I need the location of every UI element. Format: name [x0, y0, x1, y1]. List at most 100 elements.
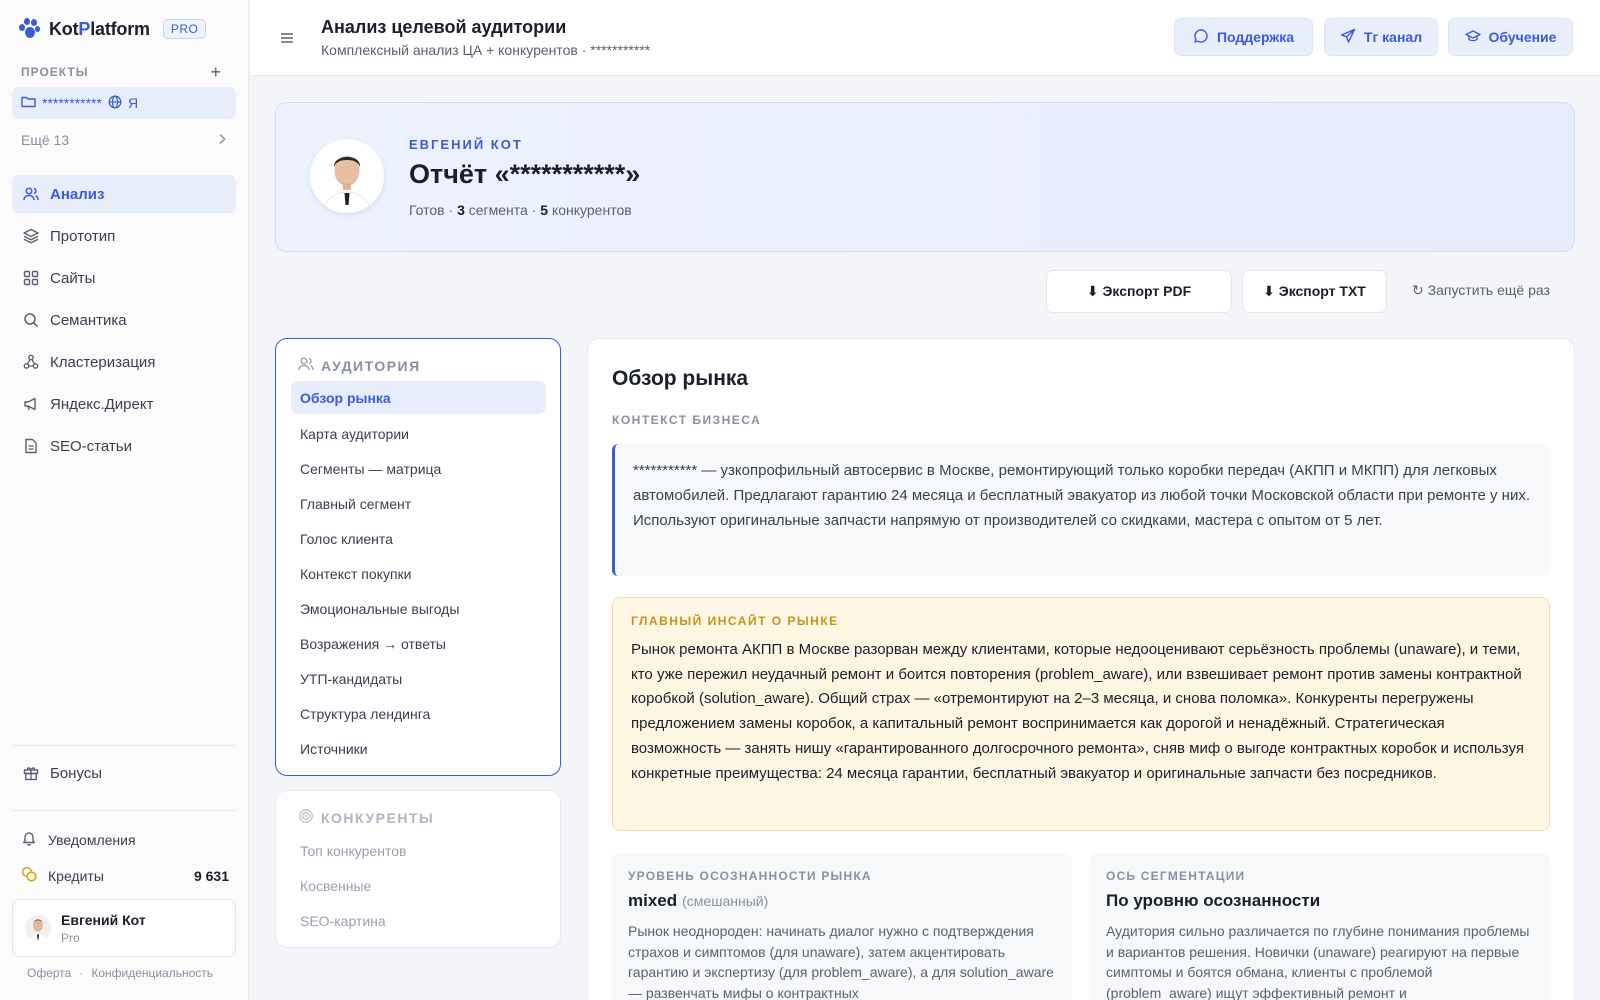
nav-label: Кластеризация [50, 353, 156, 371]
telegram-channel-button[interactable]: Тг канал [1324, 18, 1438, 56]
toc-item-emotional-benefits[interactable]: Эмоциональные выгоды [291, 591, 546, 626]
segmentation-card: ОСЬ СЕГМЕНТАЦИИ По уровню осознанности А… [1090, 853, 1550, 1000]
insight-text: Рынок ремонта АКПП в Москве разорван меж… [631, 641, 1524, 782]
toc-item-customer-voice[interactable]: Голос клиента [291, 521, 546, 556]
toc-item-segments-matrix[interactable]: Сегменты — матрица [291, 451, 546, 486]
toc-item-audience-map[interactable]: Карта аудитории [291, 416, 546, 451]
telegram-label: Тг канал [1363, 29, 1423, 45]
notifications-label: Уведомления [48, 831, 136, 848]
toc-item-usp-candidates[interactable]: УТП-кандидаты [291, 661, 546, 696]
nav-item-sites[interactable]: Сайты [12, 259, 236, 297]
nav-label: Яндекс.Директ [50, 395, 154, 413]
gift-icon [23, 765, 39, 781]
section-title: Обзор рынка [612, 367, 749, 390]
awareness-value: mixed (смешанный) [628, 891, 769, 910]
nav-item-prototype[interactable]: Прототип [12, 217, 236, 255]
export-txt-button[interactable]: ⬇ Экспорт TXT [1242, 270, 1387, 313]
project-owner-mark: Я [127, 95, 139, 111]
competitors-count: 5 [540, 202, 549, 218]
legal-links: Оферта · Конфиденциальность [27, 966, 213, 980]
report-title: Отчёт «***********» [409, 159, 641, 189]
coins-icon [21, 866, 37, 885]
menu-icon[interactable] [280, 31, 294, 47]
credits-value: 9 631 [193, 867, 229, 884]
document-icon [23, 438, 39, 454]
market-insight-callout: ГЛАВНЫЙ ИНСАЙТ О РЫНКЕ Рынок ремонта АКП… [612, 597, 1550, 831]
competitors-section-nav: КОНКУРЕНТЫ Топ конкурентов Косвенные SEO… [275, 790, 561, 948]
offer-link[interactable]: Оферта [27, 966, 71, 980]
nav-label: Семантика [50, 311, 127, 329]
toc-item-top-competitors[interactable]: Топ конкурентов [291, 833, 546, 868]
competitors-heading-label: КОНКУРЕНТЫ [321, 809, 435, 826]
competitors-word: конкурентов [551, 202, 632, 218]
user-card[interactable]: Евгений Кот Pro [12, 899, 236, 957]
toc-item-objections[interactable]: Возражения → ответы [291, 626, 546, 661]
export-pdf-button[interactable]: ⬇ Экспорт PDF [1046, 270, 1232, 313]
nav-item-bonuses[interactable]: Бонусы [12, 754, 236, 792]
rerun-button[interactable]: ↻ Запустить ещё раз [1412, 282, 1550, 299]
toc-item-sources[interactable]: Источники [291, 731, 546, 766]
nav-item-clustering[interactable]: Кластеризация [12, 343, 236, 381]
user-name: Евгений Кот [61, 911, 146, 928]
page-title: Анализ целевой аудитории [321, 17, 567, 37]
sidebar: KotPlatform PRO ПРОЕКТЫ + *********** Я … [0, 0, 249, 1000]
report-content: Обзор рынка КОНТЕКСТ БИЗНЕСА ***********… [587, 338, 1575, 1000]
nav-item-yandex-direct[interactable]: Яндекс.Директ [12, 385, 236, 423]
report-header-card: ЕВГЕНИЙ КОТ Отчёт «***********» Готов · … [275, 102, 1575, 252]
segmentation-text: Аудитория сильно различается по глубине … [1106, 923, 1530, 1000]
learning-button[interactable]: Обучение [1448, 18, 1573, 56]
nav-item-seo-articles[interactable]: SEO-статьи [12, 427, 236, 465]
active-project[interactable]: *********** Я [12, 87, 236, 119]
megaphone-icon [23, 396, 39, 412]
awareness-note: (смешанный) [682, 893, 769, 909]
segments-word: сегмента [468, 202, 528, 218]
brand[interactable]: KotPlatform PRO [18, 16, 207, 42]
add-project-button[interactable]: + [210, 63, 221, 81]
globe-icon [108, 95, 122, 112]
support-label: Поддержка [1216, 29, 1295, 45]
business-context-label: КОНТЕКСТ БИЗНЕСА [612, 413, 762, 427]
divider [12, 745, 236, 746]
meta-separator: · [531, 202, 537, 218]
folder-icon [21, 95, 36, 111]
toc-item-seo-picture[interactable]: SEO-картина [291, 903, 546, 938]
projects-header: ПРОЕКТЫ + [21, 63, 221, 81]
user-plan: Pro [61, 930, 80, 945]
projects-label: ПРОЕКТЫ [21, 65, 89, 79]
support-button[interactable]: Поддержка [1174, 18, 1313, 56]
page-subtitle: Комплексный анализ ЦА + конкурентов · **… [321, 42, 651, 58]
nav-label: SEO-статьи [50, 437, 132, 455]
more-projects[interactable]: Ещё 13 [21, 132, 226, 148]
credits-row[interactable]: Кредиты 9 631 [21, 866, 229, 885]
notifications-link[interactable]: Уведомления [21, 830, 136, 849]
chat-bubble-icon [1193, 28, 1209, 47]
segments-count: 3 [457, 202, 465, 218]
chevron-right-icon [218, 132, 226, 148]
report-meta: Готов · 3 сегмента · 5 конкурентов [409, 202, 632, 218]
legal-separator: · [79, 966, 84, 980]
project-name: *********** [42, 95, 102, 111]
toc-item-indirect[interactable]: Косвенные [291, 868, 546, 903]
target-icon [298, 808, 314, 827]
brand-name: KotPlatform [49, 18, 150, 39]
nav-item-semantics[interactable]: Семантика [12, 301, 236, 339]
toc-item-market-overview[interactable]: Обзор рынка [291, 381, 546, 414]
cluster-icon [23, 354, 39, 370]
business-context-text: *********** — узкопрофильный автосервис … [612, 444, 1550, 576]
toc-item-landing-structure[interactable]: Структура лендинга [291, 696, 546, 731]
grid-icon [23, 270, 39, 286]
nav-item-analysis[interactable]: Анализ [12, 175, 236, 213]
paw-logo-icon [18, 18, 40, 40]
graduation-cap-icon [1464, 28, 1481, 47]
toc-item-main-segment[interactable]: Главный сегмент [291, 486, 546, 521]
top-bar: Анализ целевой аудитории Комплексный ана… [250, 0, 1600, 76]
audience-section-nav: АУДИТОРИЯ Обзор рынка Карта аудитории Се… [275, 338, 561, 776]
privacy-link[interactable]: Конфиденциальность [91, 966, 213, 980]
toc-item-purchase-context[interactable]: Контекст покупки [291, 556, 546, 591]
divider [12, 810, 236, 811]
send-icon [1340, 28, 1356, 47]
search-icon [23, 312, 39, 328]
report-status: Готов [409, 202, 445, 218]
segmentation-value: По уровню осознанности [1106, 891, 1321, 910]
learning-label: Обучение [1488, 29, 1557, 45]
